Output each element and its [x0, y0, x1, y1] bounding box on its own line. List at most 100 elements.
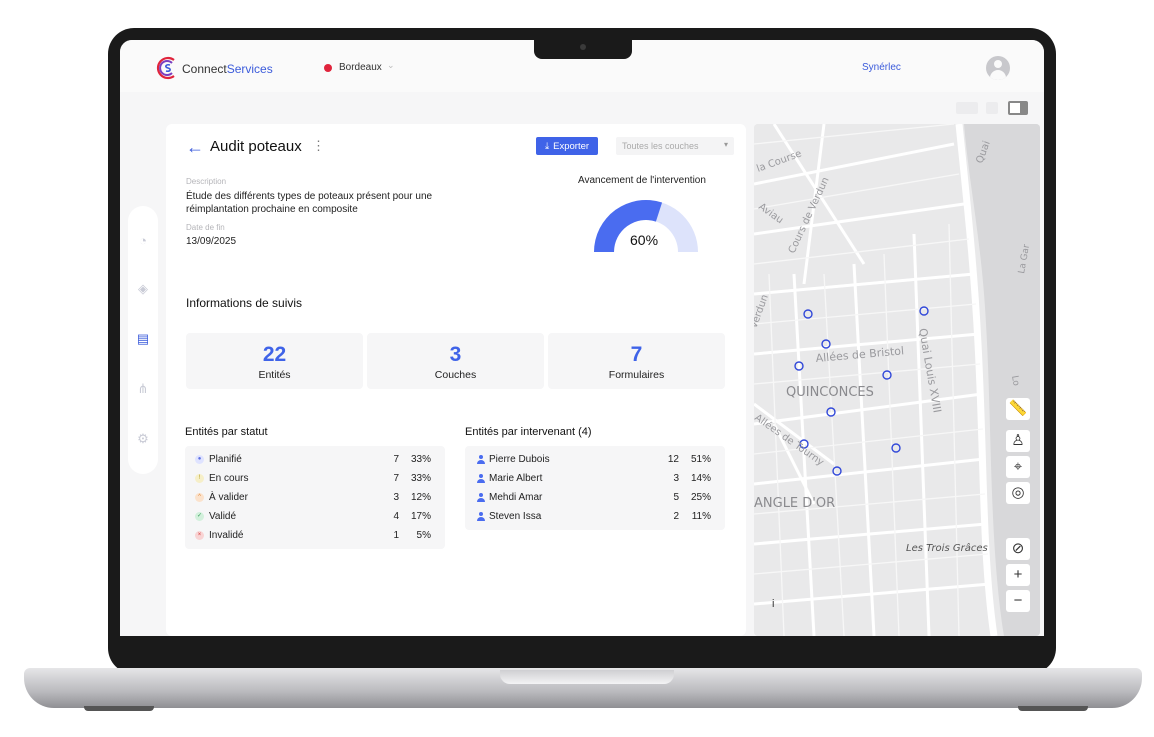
side-rail: ◔ ◈ ▤ ⋔ ⚙: [128, 206, 158, 474]
export-button[interactable]: ⤓ Exporter: [536, 137, 598, 155]
kpi-value: 22: [262, 343, 287, 366]
view-toggle[interactable]: [956, 100, 1030, 116]
chevron-down-icon[interactable]: ⌄: [387, 60, 395, 71]
organization-name[interactable]: Synérlec: [862, 62, 901, 73]
user-icon: [477, 455, 485, 464]
zoom-in-icon[interactable]: +: [1006, 564, 1030, 586]
network-icon[interactable]: ⋔: [136, 382, 150, 396]
progress-title: Avancement de l'intervention: [578, 175, 706, 186]
kpi-label: Couches: [434, 369, 477, 381]
view-split-icon[interactable]: [1008, 101, 1028, 115]
list-item[interactable]: ^ À valider 3 12%: [185, 488, 445, 507]
map-canvas[interactable]: la Course Cours de Verdun Aviau Quai La …: [754, 124, 1040, 636]
people-list: Pierre Dubois 12 51% Marie Albert 3 14% Mehdi …: [465, 446, 725, 530]
back-arrow-icon[interactable]: ←: [186, 137, 204, 158]
status-percent: 5%: [416, 530, 431, 541]
map-info-icon[interactable]: i: [772, 598, 774, 610]
kpi-entities: 22 Entités: [186, 333, 363, 389]
status-percent: 12%: [410, 492, 431, 503]
person-icon[interactable]: ♙: [1006, 430, 1030, 452]
person-percent: 25%: [690, 492, 711, 503]
end-date: 13/09/2025: [186, 236, 237, 247]
layers-icon[interactable]: ◈: [136, 282, 150, 296]
chevron-down-icon: ▾: [723, 140, 728, 149]
user-icon: [477, 474, 485, 483]
download-icon: ⤓: [544, 140, 550, 152]
list-item[interactable]: ✓ Validé 4 17%: [185, 507, 445, 526]
map-label: QUINCONCES: [786, 385, 874, 400]
description-label: Description: [186, 177, 227, 186]
status-count: 4: [393, 511, 399, 522]
ruler-icon[interactable]: 📏: [1006, 398, 1030, 420]
kpi-forms: 7 Formulaires: [548, 333, 725, 389]
status-count: 3: [393, 492, 399, 503]
logo-icon: [156, 56, 175, 80]
laptop-groove: [500, 670, 674, 684]
status-percent: 33%: [410, 454, 431, 465]
view-square-icon[interactable]: [986, 102, 998, 114]
list-item[interactable]: Marie Albert 3 14%: [465, 469, 725, 488]
people-list-title: Entités par intervenant (4): [465, 426, 592, 438]
status-name: Validé: [209, 511, 237, 522]
person-count: 12: [667, 454, 679, 465]
screen: ConnectServices Bordeaux ⌄ Synérlec ◔ ◈ …: [120, 40, 1044, 636]
user-icon: [477, 512, 485, 521]
status-name: À valider: [209, 492, 248, 503]
status-icon: ✓: [195, 512, 204, 521]
date-label: Date de fin: [186, 223, 225, 232]
layers-select-value: Toutes les couches: [622, 141, 699, 151]
kpi-value: 3: [449, 343, 462, 366]
status-icon: !: [195, 474, 204, 483]
status-name: Invalidé: [209, 530, 244, 541]
layers-select[interactable]: Toutes les couches ▾: [616, 137, 734, 155]
person-name: Steven Issa: [489, 511, 542, 522]
more-options-icon[interactable]: ⋮: [312, 138, 325, 154]
status-list: ● Planifié 7 33%! En cours 7 33% ^ À valider 3 12%…: [185, 446, 445, 549]
person-count: 2: [673, 511, 679, 522]
pie-chart-icon[interactable]: ◔: [136, 234, 150, 248]
status-icon: ●: [195, 455, 204, 464]
status-percent: 17%: [410, 511, 431, 522]
person-name: Pierre Dubois: [489, 454, 550, 465]
brand-name[interactable]: ConnectServices: [182, 62, 273, 76]
camera-icon: [580, 44, 586, 50]
map-label: Les Trois Grâces: [906, 542, 988, 554]
person-percent: 11%: [691, 511, 711, 522]
list-item[interactable]: ● Planifié 7 33%: [185, 450, 445, 469]
kpi-value: 7: [630, 343, 643, 366]
user-avatar-icon[interactable]: [986, 56, 1010, 80]
status-icon: ^: [195, 493, 204, 502]
status-count: 7: [393, 454, 399, 465]
list-item[interactable]: × Invalidé 1 5%: [185, 526, 445, 545]
clipboard-icon[interactable]: ▤: [136, 332, 150, 346]
list-item[interactable]: Pierre Dubois 12 51%: [465, 450, 725, 469]
zoom-out-icon[interactable]: −: [1006, 590, 1030, 612]
user-icon: [477, 493, 485, 502]
export-label: Exporter: [553, 140, 590, 152]
status-name: En cours: [209, 473, 249, 484]
map-label: ANGLE D'OR: [754, 496, 835, 511]
status-icon: ×: [195, 531, 204, 540]
compass-icon[interactable]: ⊘: [1006, 538, 1030, 560]
list-item[interactable]: Steven Issa 2 11%: [465, 507, 725, 526]
list-item[interactable]: ! En cours 7 33%: [185, 469, 445, 488]
kpi-layers: 3 Couches: [367, 333, 544, 389]
city-selector[interactable]: Bordeaux: [339, 62, 382, 73]
person-name: Marie Albert: [489, 473, 543, 484]
status-name: Planifié: [209, 454, 242, 465]
map-view[interactable]: la Course Cours de Verdun Aviau Quai La …: [754, 124, 1040, 636]
locate-icon[interactable]: ◎: [1006, 482, 1030, 504]
gear-icon[interactable]: ⚙: [136, 432, 150, 446]
person-count: 3: [673, 473, 679, 484]
progress-value: 60%: [630, 232, 659, 248]
view-list-icon[interactable]: [956, 102, 978, 114]
person-percent: 51%: [690, 454, 711, 465]
satellite-icon[interactable]: ⌖: [1006, 456, 1030, 478]
city-dot-icon: [324, 64, 332, 72]
status-list-title: Entités par statut: [185, 426, 268, 438]
person-count: 5: [673, 492, 679, 503]
status-count: 1: [393, 530, 399, 541]
tracking-section-title: Informations de suivis: [186, 296, 303, 310]
kpi-label: Formulaires: [608, 369, 665, 381]
list-item[interactable]: Mehdi Amar 5 25%: [465, 488, 725, 507]
